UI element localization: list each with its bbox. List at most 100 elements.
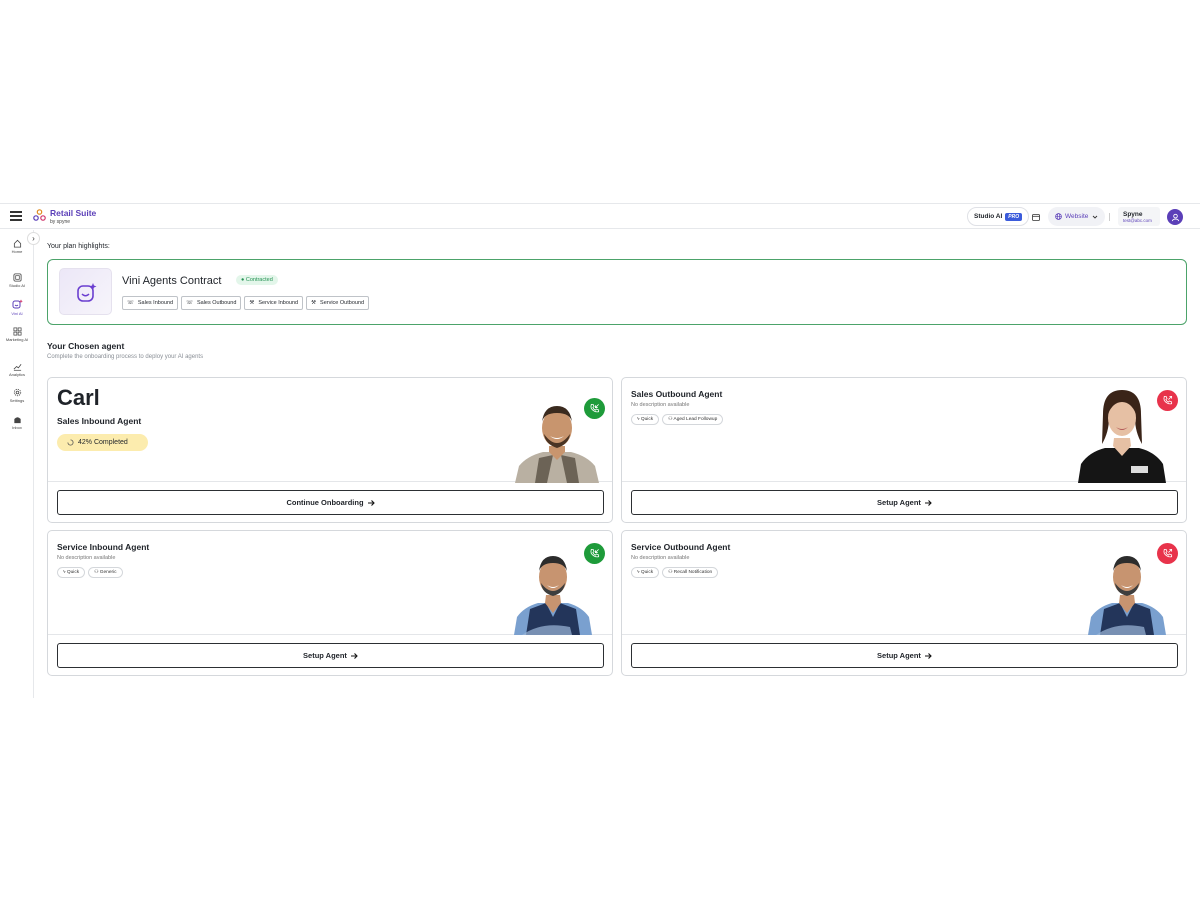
inbound-call-icon	[584, 543, 605, 564]
sidebar-item-label: Settings	[9, 398, 25, 403]
section-title: Your Chosen agent	[47, 341, 125, 351]
chip-label: Sales Outbound	[196, 300, 237, 306]
vini-icon	[12, 299, 23, 309]
inbound-call-icon	[584, 398, 605, 419]
divider	[1109, 213, 1110, 221]
arrow-right-icon	[924, 652, 932, 659]
user-info[interactable]: Spyne test@abc.com	[1118, 207, 1160, 226]
app-sub: by spyne	[50, 219, 71, 225]
progress-text: 42% Completed	[78, 439, 128, 446]
setup-agent-button[interactable]: Setup Agent	[631, 643, 1178, 668]
plan-name: Vini Agents Contract	[122, 275, 222, 287]
agent-photo	[514, 556, 592, 635]
plan-chips: ☏ Sales Inbound ☏ Sales Outbound ⚒ Service …	[122, 296, 370, 310]
tag-use-case: ⚇ Generic	[88, 567, 123, 578]
agent-type: Sales Outbound Agent	[631, 389, 723, 399]
sidebar-item-label: Vini AI	[11, 311, 23, 316]
sidebar-item-marketing-ai[interactable]: Marketing AI	[0, 327, 34, 342]
tag-label: Recall Notification	[673, 570, 713, 575]
status-badge: ● Contracted	[236, 275, 278, 285]
agent-description: No description available	[57, 555, 116, 561]
inbox-icon	[13, 417, 21, 424]
wrench-icon: ⚒	[249, 300, 255, 306]
sidebar-item-label: Inbox	[12, 425, 22, 430]
progress-badge: 42% Completed	[57, 434, 148, 451]
tag-label: Quick	[66, 570, 80, 575]
sidebar-item-inbox[interactable]: Inbox	[0, 415, 34, 430]
button-label: Continue Onboarding	[286, 498, 364, 507]
studio-label: Studio AI	[974, 213, 1003, 220]
status-text: Contracted	[245, 277, 273, 283]
chip-label: Sales Inbound	[137, 300, 174, 306]
plan-chip: ⚒ Service Outbound	[306, 296, 370, 310]
tag-label: Aged Lead Followup	[673, 417, 718, 422]
outbound-call-icon	[1157, 543, 1178, 564]
agent-card-body: Carl Sales Inbound Agent 42% Completed	[48, 378, 612, 483]
wrench-icon: ⚒	[311, 300, 317, 306]
continue-onboarding-button[interactable]: Continue Onboarding	[57, 490, 604, 515]
arrow-right-icon	[367, 499, 375, 506]
sidebar-item-vini-ai[interactable]: Vini AI	[0, 299, 34, 316]
brand[interactable]: Retail Suite by spyne	[50, 208, 96, 225]
studio-icon	[12, 273, 22, 282]
outbound-call-icon	[1157, 390, 1178, 411]
website-dropdown[interactable]: Website	[1048, 207, 1106, 226]
pro-badge: PRO	[1005, 212, 1023, 221]
chip-label: Service Outbound	[320, 300, 365, 306]
grid-icon	[13, 327, 21, 336]
chevron-down-icon	[1093, 215, 1098, 219]
setup-agent-button[interactable]: Setup Agent	[57, 643, 604, 668]
agent-type: Sales Inbound Agent	[57, 416, 142, 426]
sidebar-item-label: Analytics	[8, 372, 25, 377]
agent-type: Service Outbound Agent	[631, 542, 731, 552]
app: Retail Suite by spyne Studio AI PRO Webs…	[0, 203, 1200, 698]
sidebar-toggle[interactable]: ›	[27, 232, 40, 245]
sidebar-item-label: Marketing AI	[5, 337, 29, 342]
chip-label: Service Inbound	[258, 300, 299, 306]
calendar-icon[interactable]	[1032, 207, 1042, 226]
agent-card-body: Service Inbound Agent No description ava…	[48, 531, 612, 635]
tag-label: Generic	[99, 570, 117, 575]
sidebar-item-settings[interactable]: Settings	[0, 388, 34, 403]
website-label: Website	[1065, 213, 1089, 220]
user-email: test@abc.com	[1123, 217, 1152, 223]
button-label: Setup Agent	[877, 498, 921, 507]
avatar[interactable]	[1167, 209, 1183, 225]
plan-card: Vini Agents Contract ● Contracted ☏ Sales…	[47, 259, 1187, 325]
agent-tags: ϟ Quick ⚇ Generic	[57, 567, 123, 578]
arrow-right-icon	[924, 499, 932, 506]
agent-photo	[1088, 556, 1166, 635]
chevron-right-icon: ›	[32, 234, 35, 243]
top-bar: Retail Suite by spyne Studio AI PRO Webs…	[0, 203, 1200, 229]
studio-ai-button[interactable]: Studio AI PRO	[967, 207, 1030, 226]
agent-card-service-inbound: Service Inbound Agent No description ava…	[47, 530, 613, 676]
progress-spinner-icon	[67, 439, 74, 446]
sidebar-item-analytics[interactable]: Analytics	[0, 362, 34, 377]
plan-chip: ☏ Sales Outbound	[181, 296, 242, 310]
phone-icon: ☏	[186, 300, 193, 306]
chart-icon	[13, 364, 21, 371]
agent-description: No description available	[631, 555, 690, 561]
user-icon	[1171, 213, 1179, 221]
agent-description: No description available	[631, 402, 690, 408]
tag-label: Quick	[640, 417, 654, 422]
button-label: Setup Agent	[877, 651, 921, 660]
gear-icon	[13, 388, 21, 397]
menu-icon[interactable]	[10, 211, 22, 221]
agent-card-body: Service Outbound Agent No description av…	[622, 531, 1186, 635]
plan-chip: ☏ Sales Inbound	[122, 296, 179, 310]
plan-image	[59, 268, 112, 315]
button-label: Setup Agent	[303, 651, 347, 660]
agent-card-sales-inbound: Carl Sales Inbound Agent 42% Completed C…	[47, 377, 613, 523]
home-icon	[13, 239, 21, 248]
sidebar-item-studio-ai[interactable]: Studio AI	[0, 273, 34, 288]
setup-agent-button[interactable]: Setup Agent	[631, 490, 1178, 515]
agent-photo	[1078, 390, 1166, 483]
plan-chip: ⚒ Service Inbound	[244, 296, 304, 310]
section-subtitle: Complete the onboarding process to deplo…	[47, 354, 204, 360]
sidebar-item-label: Home	[11, 249, 23, 254]
agent-card-sales-outbound: Sales Outbound Agent No description avai…	[621, 377, 1187, 523]
agent-name: Carl	[57, 385, 100, 410]
tag-use-case: ⚇ Recall Notification	[662, 567, 719, 578]
phone-icon: ☏	[127, 300, 134, 306]
